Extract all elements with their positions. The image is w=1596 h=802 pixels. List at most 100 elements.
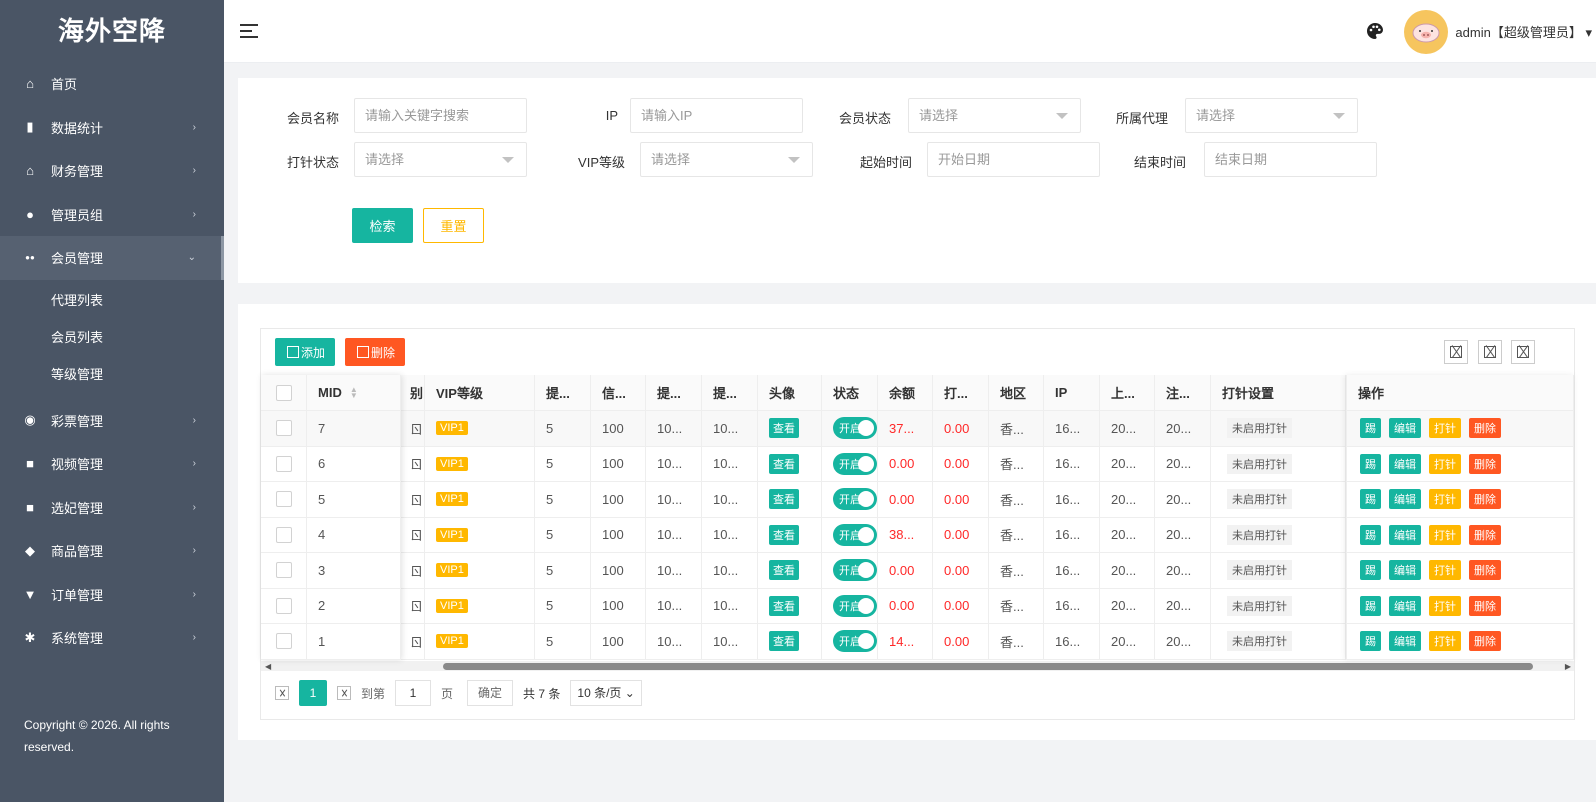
sidebar-item[interactable]: ▼ 订单管理 › bbox=[0, 573, 224, 617]
end-date-input[interactable]: 结束日期 bbox=[1204, 142, 1377, 177]
next-page-icon[interactable] bbox=[337, 686, 351, 700]
clock-button[interactable]: 打针 bbox=[1429, 418, 1461, 439]
columns-filter-icon[interactable] bbox=[1444, 340, 1468, 364]
menu-toggle-icon[interactable] bbox=[240, 24, 258, 38]
delete-selected-button[interactable]: 删除 bbox=[345, 338, 406, 366]
row-checkbox[interactable] bbox=[276, 597, 292, 614]
view-avatar-button[interactable]: 查看 bbox=[769, 631, 799, 652]
sidebar-item[interactable]: ⌂ 财务管理 › bbox=[0, 149, 224, 193]
avatar[interactable] bbox=[1404, 10, 1448, 54]
add-button[interactable]: 添加 bbox=[275, 338, 336, 366]
goto-confirm-button[interactable]: 确定 bbox=[467, 680, 514, 706]
table-cell: 0.00 bbox=[878, 588, 933, 623]
status-toggle[interactable]: 开启 bbox=[833, 630, 877, 653]
sidebar-item[interactable]: ● 管理员组 › bbox=[0, 193, 224, 237]
view-avatar-button[interactable]: 查看 bbox=[769, 453, 799, 474]
status-toggle[interactable]: 开启 bbox=[833, 559, 877, 582]
scrollbar-thumb[interactable] bbox=[443, 663, 1533, 670]
page-size-select[interactable]: 10 条/页 ⌄ bbox=[570, 680, 642, 706]
clock-button[interactable]: 打针 bbox=[1429, 524, 1461, 545]
export-icon[interactable] bbox=[1478, 340, 1502, 364]
delete-row-button[interactable]: 删除 bbox=[1469, 560, 1501, 581]
delete-row-button[interactable]: 删除 bbox=[1469, 489, 1501, 510]
edit-button[interactable]: 编辑 bbox=[1389, 595, 1421, 616]
view-avatar-button[interactable]: 查看 bbox=[769, 595, 799, 616]
start-date-input[interactable]: 开始日期 bbox=[927, 142, 1100, 177]
edit-button[interactable]: 编辑 bbox=[1389, 560, 1421, 581]
status-toggle[interactable]: 开启 bbox=[833, 594, 877, 617]
sidebar-item[interactable]: ▮ 数据统计 › bbox=[0, 106, 224, 150]
row-checkbox[interactable] bbox=[276, 633, 292, 650]
clock-button[interactable]: 打针 bbox=[1429, 489, 1461, 510]
user-menu[interactable]: admin【超级管理员】 ▾ bbox=[1455, 22, 1592, 41]
kick-button[interactable]: 踢 bbox=[1360, 524, 1381, 545]
horizontal-scrollbar[interactable]: ◀ ▶ bbox=[261, 661, 1574, 671]
row-checkbox[interactable] bbox=[276, 526, 292, 543]
sidebar-item[interactable]: ■ 选妃管理 › bbox=[0, 486, 224, 530]
view-avatar-button[interactable]: 查看 bbox=[769, 418, 799, 439]
status-toggle[interactable]: 开启 bbox=[833, 523, 877, 546]
sidebar-item[interactable]: ✱ 系统管理 › bbox=[0, 616, 224, 660]
sidebar-item[interactable]: ■ 视频管理 › bbox=[0, 442, 224, 486]
column-header-label: 状态 bbox=[833, 386, 860, 401]
delete-row-button[interactable]: 删除 bbox=[1469, 418, 1501, 439]
table-cell: 0.00 bbox=[878, 446, 933, 481]
clock-button[interactable]: 打针 bbox=[1429, 631, 1461, 652]
sidebar-item[interactable]: ⌂ 首页 bbox=[0, 62, 224, 106]
print-icon[interactable] bbox=[1511, 340, 1535, 364]
kick-button[interactable]: 踢 bbox=[1360, 489, 1381, 510]
search-button[interactable]: 检索 bbox=[352, 208, 413, 243]
prev-page-icon[interactable] bbox=[275, 686, 289, 700]
ip-input[interactable]: 请输入IP bbox=[630, 98, 803, 133]
submenu-item[interactable]: 代理列表 bbox=[0, 282, 224, 319]
sort-icon[interactable]: ▲▼ bbox=[350, 385, 358, 399]
edit-button[interactable]: 编辑 bbox=[1389, 631, 1421, 652]
member-name-input[interactable]: 请输入关键字搜索 bbox=[354, 98, 527, 133]
goto-page-input[interactable]: 1 bbox=[395, 680, 432, 706]
page-current[interactable]: 1 bbox=[299, 680, 327, 706]
clock-status-select[interactable]: 请选择 bbox=[354, 142, 527, 177]
scroll-left-icon[interactable]: ◀ bbox=[265, 662, 271, 671]
kick-button[interactable]: 踢 bbox=[1360, 631, 1381, 652]
delete-row-button[interactable]: 删除 bbox=[1469, 631, 1501, 652]
delete-row-button[interactable]: 删除 bbox=[1469, 453, 1501, 474]
sidebar-item[interactable]: ●● 会员管理 ⌄ bbox=[0, 236, 224, 280]
delete-row-button[interactable]: 删除 bbox=[1469, 524, 1501, 545]
delete-row-button[interactable]: 删除 bbox=[1469, 595, 1501, 616]
row-checkbox[interactable] bbox=[276, 562, 292, 579]
reset-button[interactable]: 重置 bbox=[423, 208, 484, 243]
row-checkbox[interactable] bbox=[276, 491, 292, 508]
cell-value: 10... bbox=[657, 420, 683, 436]
edit-button[interactable]: 编辑 bbox=[1389, 489, 1421, 510]
status-toggle[interactable]: 开启 bbox=[833, 488, 877, 511]
submenu-item[interactable]: 会员列表 bbox=[0, 319, 224, 356]
vip-level-select[interactable]: 请选择 bbox=[640, 142, 813, 177]
view-avatar-button[interactable]: 查看 bbox=[769, 524, 799, 545]
scroll-right-icon[interactable]: ▶ bbox=[1565, 662, 1571, 671]
agent-select[interactable]: 请选择 bbox=[1185, 98, 1358, 133]
kick-button[interactable]: 踢 bbox=[1360, 453, 1381, 474]
select-all-checkbox[interactable] bbox=[276, 384, 292, 401]
kick-button[interactable]: 踢 bbox=[1360, 560, 1381, 581]
edit-button[interactable]: 编辑 bbox=[1389, 453, 1421, 474]
palette-icon[interactable] bbox=[1366, 22, 1384, 40]
view-avatar-button[interactable]: 查看 bbox=[769, 560, 799, 581]
status-toggle[interactable]: 开启 bbox=[833, 452, 877, 475]
clock-button[interactable]: 打针 bbox=[1429, 595, 1461, 616]
status-toggle[interactable]: 开启 bbox=[833, 417, 877, 440]
kick-button[interactable]: 踢 bbox=[1360, 418, 1381, 439]
sidebar-item[interactable]: ◆ 商品管理 › bbox=[0, 529, 224, 573]
clock-button[interactable]: 打针 bbox=[1429, 560, 1461, 581]
row-checkbox[interactable] bbox=[276, 455, 292, 472]
member-status-select[interactable]: 请选择 bbox=[908, 98, 1081, 133]
column-header[interactable]: MID ▲▼ bbox=[307, 375, 401, 410]
row-checkbox[interactable] bbox=[276, 420, 292, 437]
clock-button[interactable]: 打针 bbox=[1429, 453, 1461, 474]
edit-button[interactable]: 编辑 bbox=[1389, 524, 1421, 545]
submenu-item[interactable]: 等级管理 bbox=[0, 356, 224, 393]
sidebar-item[interactable]: ◉ 彩票管理 › bbox=[0, 399, 224, 443]
view-avatar-button[interactable]: 查看 bbox=[769, 489, 799, 510]
table-cell: 16... bbox=[1044, 588, 1100, 623]
edit-button[interactable]: 编辑 bbox=[1389, 418, 1421, 439]
kick-button[interactable]: 踢 bbox=[1360, 595, 1381, 616]
